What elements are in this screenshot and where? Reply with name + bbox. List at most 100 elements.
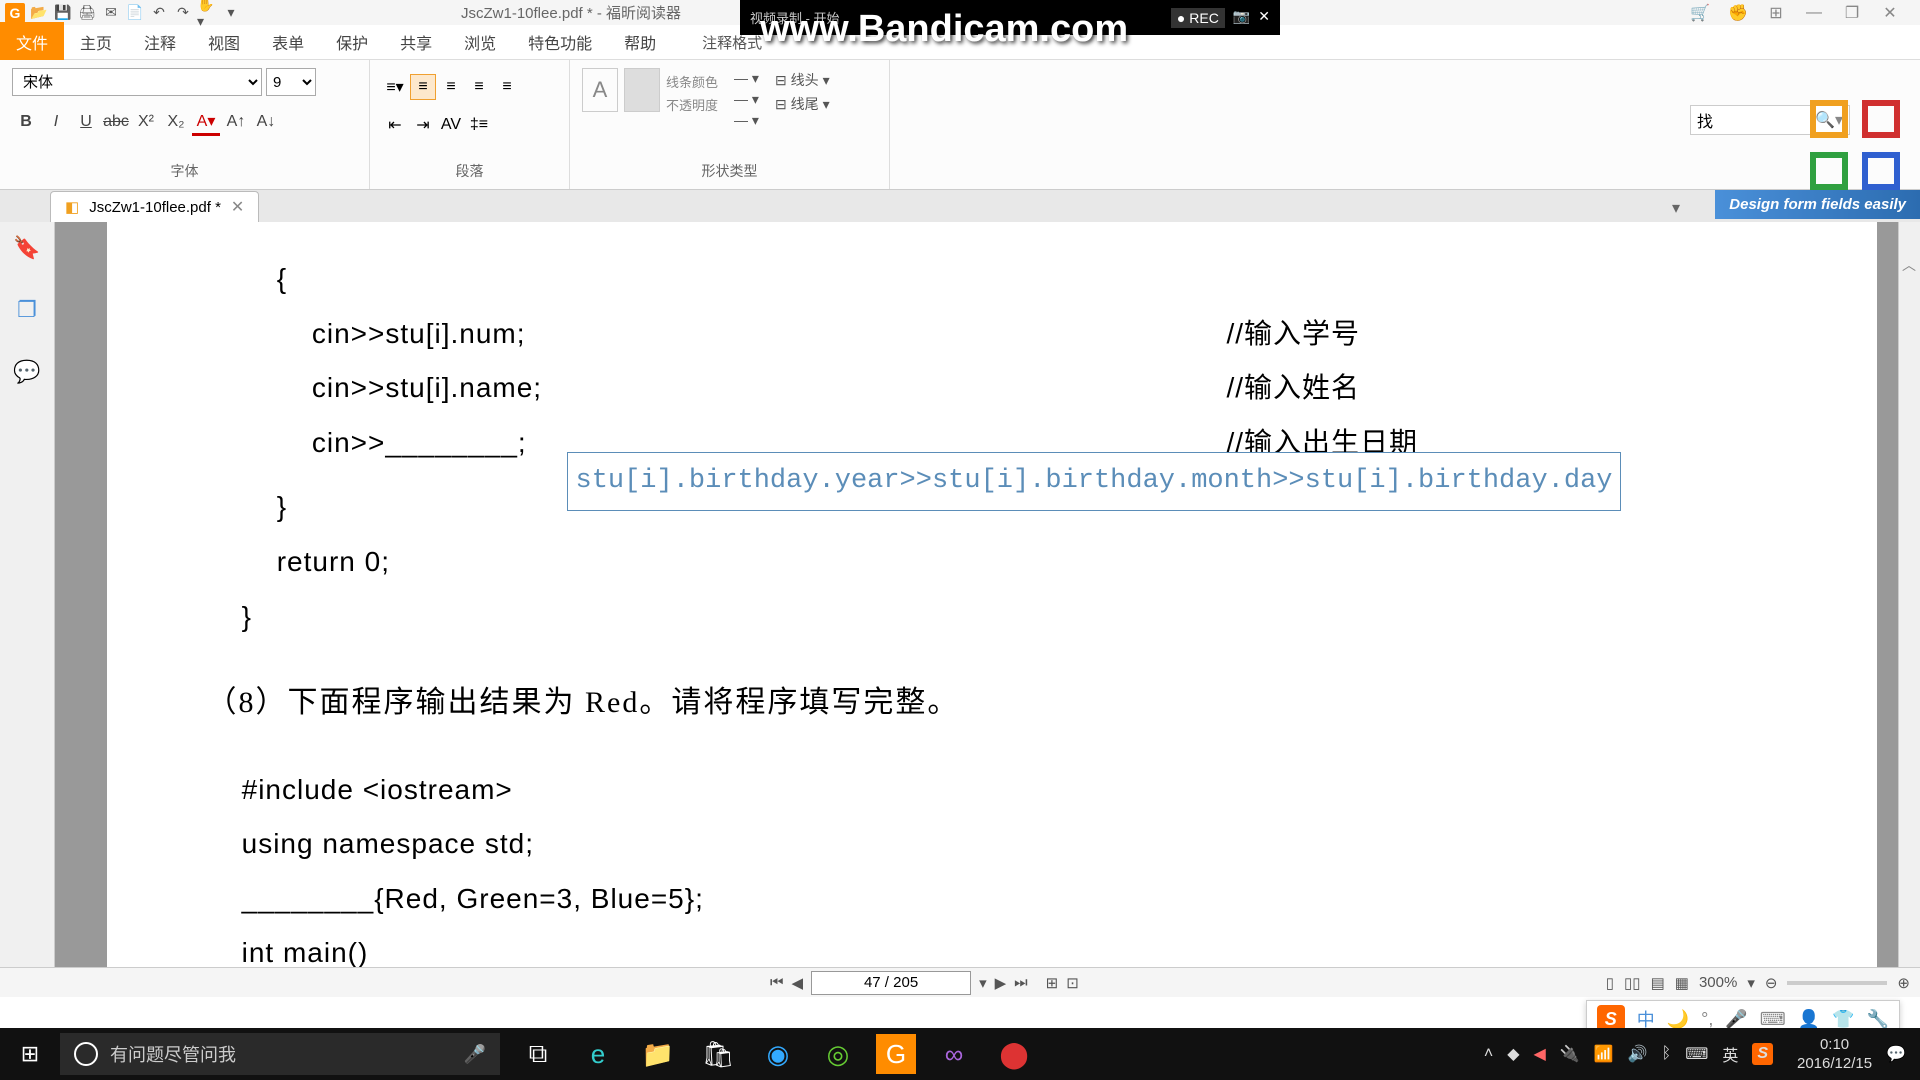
record-icon[interactable]: ⬤ [986, 1028, 1042, 1080]
taskbar-clock[interactable]: 0:10 2016/12/15 [1797, 1035, 1872, 1074]
layout-icon-1[interactable]: ⊞ [1046, 974, 1059, 992]
line-style-3[interactable]: — ▾ [734, 110, 759, 131]
justify-button[interactable]: ≡ [494, 74, 520, 100]
edge-icon[interactable]: e [570, 1028, 626, 1080]
hand-icon[interactable]: ✋▾ [197, 3, 217, 23]
grow-font-button[interactable]: A↑ [222, 108, 250, 136]
strikethrough-button[interactable]: abc [102, 108, 130, 136]
promo-banner[interactable]: Design form fields easily [1715, 190, 1920, 219]
indent-right-button[interactable]: ⇥ [410, 112, 436, 138]
view-mode-3[interactable]: ▤ [1651, 974, 1665, 992]
subscript-button[interactable]: X₂ [162, 108, 190, 136]
grid-icon[interactable]: ⊞ [1766, 3, 1786, 23]
tray-volume-icon[interactable]: 🔊 [1628, 1044, 1648, 1064]
page-area[interactable]: { cin>>stu[i].num; //输入学号 cin>>stu[i].na… [55, 222, 1898, 967]
italic-button[interactable]: I [42, 108, 70, 136]
bullet-list-button[interactable]: ≡▾ [382, 74, 408, 100]
zoom-slider[interactable] [1787, 981, 1887, 985]
shrink-font-button[interactable]: A↓ [252, 108, 280, 136]
redo-icon[interactable]: ↷ [173, 3, 193, 23]
zoom-out-button[interactable]: ⊖ [1765, 974, 1778, 992]
hand-tool-icon[interactable]: ✊ [1728, 3, 1748, 23]
align-center-button[interactable]: ≡ [438, 74, 464, 100]
cortana-search[interactable]: 有问题尽管问我 🎤 [60, 1033, 500, 1075]
menu-protect[interactable]: 保护 [320, 22, 384, 62]
font-size-select[interactable]: 9 [266, 68, 316, 96]
bookmark-panel-icon[interactable]: 🔖 [11, 232, 43, 264]
ime-person-icon[interactable]: 👤 [1798, 1009, 1820, 1030]
app-icon-1[interactable]: ◉ [750, 1028, 806, 1080]
notifications-icon[interactable]: 💬 [1886, 1044, 1906, 1064]
tray-ime-label[interactable]: 英 [1722, 1042, 1738, 1066]
store-icon[interactable]: 🛍 [690, 1028, 746, 1080]
minimize-button[interactable]: — [1804, 3, 1824, 23]
text-box-shape[interactable]: A [582, 68, 618, 112]
comments-panel-icon[interactable]: 💬 [11, 356, 43, 388]
font-color-button[interactable]: A▾ [192, 108, 220, 136]
tab-close-icon[interactable]: ✕ [231, 197, 244, 217]
tray-bt-icon[interactable]: ᛒ [1662, 1045, 1672, 1063]
view-mode-4[interactable]: ▦ [1675, 974, 1689, 992]
cart-icon[interactable]: 🛒 [1690, 3, 1710, 23]
tray-expand-icon[interactable]: ˄ [1484, 1045, 1493, 1063]
opacity-label[interactable]: 不透明度 [666, 95, 718, 114]
char-spacing-button[interactable]: AV [438, 112, 464, 138]
email-icon[interactable]: ✉ [101, 3, 121, 23]
foxit-taskbar-icon[interactable]: G [876, 1034, 916, 1074]
menu-form[interactable]: 表单 [256, 22, 320, 62]
indent-left-button[interactable]: ⇤ [382, 112, 408, 138]
superscript-button[interactable]: X² [132, 108, 160, 136]
bold-button[interactable]: B [12, 108, 40, 136]
menu-annotate[interactable]: 注释 [128, 22, 192, 62]
bandicam-close-icon[interactable]: ✕ [1258, 8, 1270, 28]
task-view-icon[interactable]: ⧉ [510, 1028, 566, 1080]
prev-page-button[interactable]: ◀ [792, 974, 804, 992]
align-left-button[interactable]: ≡ [410, 74, 436, 100]
close-button[interactable]: ✕ [1880, 3, 1900, 23]
ime-punct-icon[interactable]: °, [1701, 1009, 1713, 1030]
last-page-button[interactable]: ⏭ [1014, 974, 1028, 991]
pages-panel-icon[interactable]: ❐ [11, 294, 43, 326]
tray-icon-1[interactable]: ◆ [1507, 1044, 1519, 1064]
start-button[interactable]: ⊞ [0, 1028, 60, 1080]
align-right-button[interactable]: ≡ [466, 74, 492, 100]
line-spacing-button[interactable]: ‡≡ [466, 112, 492, 138]
view-mode-1[interactable]: ▯ [1606, 974, 1614, 992]
zoom-in-button[interactable]: ⊕ [1897, 974, 1910, 992]
undo-icon[interactable]: ↶ [149, 3, 169, 23]
tab-dropdown-icon[interactable]: ▾ [1672, 198, 1680, 218]
menu-help[interactable]: 帮助 [608, 22, 672, 62]
next-page-button[interactable]: ▶ [995, 974, 1007, 992]
camera-icon[interactable]: 📷 [1233, 8, 1250, 28]
mic-icon[interactable]: 🎤 [464, 1044, 486, 1065]
tray-sogou-icon[interactable]: S [1752, 1043, 1773, 1065]
tray-power-icon[interactable]: 🔌 [1560, 1044, 1580, 1064]
menu-browse[interactable]: 浏览 [448, 22, 512, 62]
line-style-1[interactable]: — ▾ [734, 68, 759, 89]
vs-icon[interactable]: ∞ [926, 1028, 982, 1080]
explorer-icon[interactable]: 📁 [630, 1028, 686, 1080]
collapse-ribbon-icon[interactable]: ︿ [1902, 255, 1916, 275]
app-icon-2[interactable]: ◎ [810, 1028, 866, 1080]
line-color-label[interactable]: 线条颜色 [666, 72, 718, 91]
print-icon[interactable]: 🖨 [77, 3, 97, 23]
restore-button[interactable]: ❐ [1842, 3, 1862, 23]
text-annotation[interactable]: stu[i].birthday.year>>stu[i].birthday.mo… [567, 452, 1622, 511]
new-icon[interactable]: 📄 [125, 3, 145, 23]
qat-more-icon[interactable]: ▾ [221, 3, 241, 23]
tray-icon-2[interactable]: ◀ [1534, 1044, 1546, 1064]
ime-mic-icon[interactable]: 🎤 [1725, 1009, 1747, 1030]
ime-tool-icon[interactable]: 🔧 [1867, 1009, 1889, 1030]
open-icon[interactable]: 📂 [29, 3, 49, 23]
tray-keyboard-icon[interactable]: ⌨ [1685, 1044, 1708, 1064]
rec-indicator[interactable]: ● REC [1171, 8, 1225, 28]
page-number-input[interactable] [811, 971, 971, 995]
fill-shape[interactable] [624, 68, 660, 112]
menu-home[interactable]: 主页 [64, 22, 128, 62]
ime-moon-icon[interactable]: 🌙 [1667, 1009, 1689, 1030]
menu-special[interactable]: 特色功能 [512, 22, 608, 62]
underline-button[interactable]: U [72, 108, 100, 136]
menu-view[interactable]: 视图 [192, 22, 256, 62]
layout-icon-2[interactable]: ⊡ [1066, 974, 1079, 992]
document-tab[interactable]: ◧ JscZw1-10flee.pdf * ✕ [50, 191, 259, 222]
